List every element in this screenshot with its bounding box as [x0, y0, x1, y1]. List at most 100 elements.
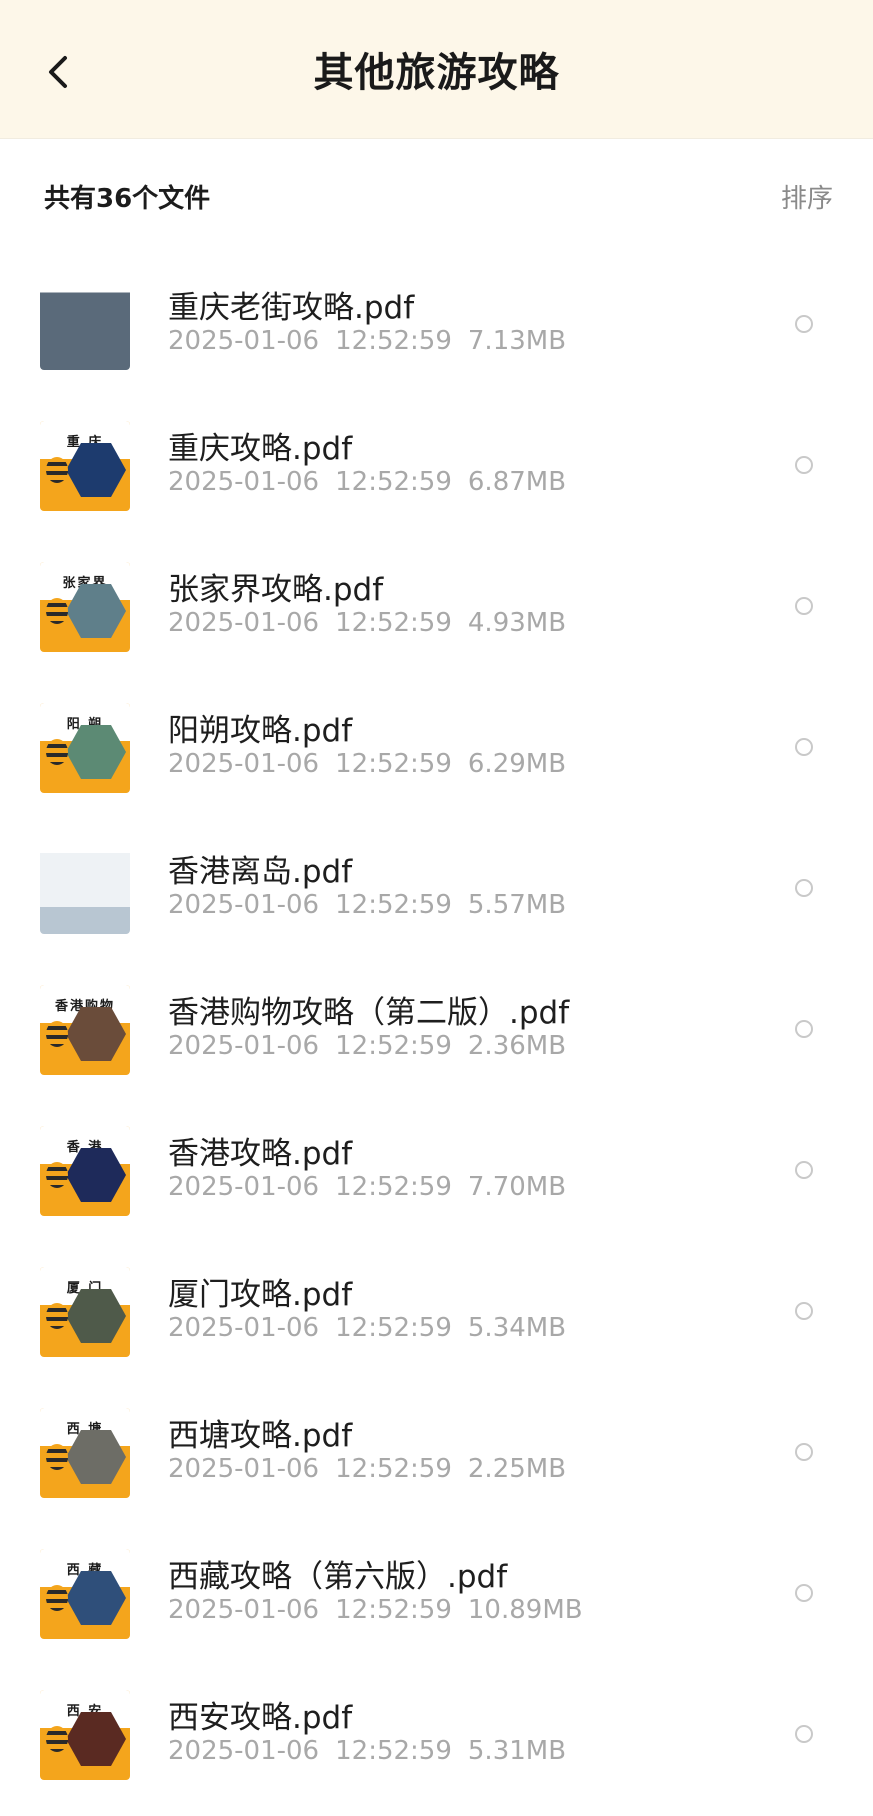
app-header: 其他旅游攻略 [0, 0, 873, 139]
bee-mascot-icon [46, 1162, 68, 1188]
file-meta: 2025-01-06 12:52:59 5.57MB [168, 890, 566, 920]
file-thumbnail: 香港购物 [40, 985, 130, 1075]
select-radio[interactable] [795, 879, 813, 897]
file-date: 2025-01-06 [168, 326, 320, 356]
file-time: 12:52:59 [335, 890, 452, 920]
select-radio[interactable] [795, 1443, 813, 1461]
file-date: 2025-01-06 [168, 1595, 320, 1625]
file-time: 12:52:59 [335, 1736, 452, 1766]
file-size: 7.70MB [467, 1172, 567, 1202]
file-meta: 2025-01-06 12:52:59 6.87MB [168, 467, 566, 497]
file-meta: 2025-01-06 12:52:59 6.29MB [168, 749, 566, 779]
select-radio[interactable] [795, 1725, 813, 1743]
bee-mascot-icon [46, 1444, 68, 1470]
file-row[interactable]: 重庆老街攻略.pdf 2025-01-06 12:52:59 7.13MB [0, 260, 873, 401]
file-name: 香港购物攻略（第二版）.pdf [168, 995, 570, 1031]
file-thumbnail: 香 港 [40, 1126, 130, 1216]
file-size: 5.57MB [467, 890, 567, 920]
file-row[interactable]: 重 庆 重庆攻略.pdf 2025-01-06 12:52:59 6.87MB [0, 401, 873, 542]
file-date: 2025-01-06 [168, 1031, 320, 1061]
file-name: 重庆攻略.pdf [168, 431, 353, 467]
file-name: 阳朔攻略.pdf [168, 713, 353, 749]
file-date: 2025-01-06 [168, 1454, 320, 1484]
file-time: 12:52:59 [335, 326, 452, 356]
file-thumbnail [40, 844, 130, 934]
file-time: 12:52:59 [335, 1172, 452, 1202]
file-row[interactable]: 香港购物 香港购物攻略（第二版）.pdf 2025-01-06 12:52:59 2.3… [0, 965, 873, 1106]
file-name: 香港离岛.pdf [168, 854, 353, 890]
file-meta: 2025-01-06 12:52:59 2.36MB [168, 1031, 566, 1061]
file-row[interactable]: 西 安 西安攻略.pdf 2025-01-06 12:52:59 5.31MB [0, 1670, 873, 1811]
file-size: 5.34MB [467, 1313, 567, 1343]
file-meta: 2025-01-06 12:52:59 10.89MB [168, 1595, 583, 1625]
file-date: 2025-01-06 [168, 1313, 320, 1343]
file-meta: 2025-01-06 12:52:59 4.93MB [168, 608, 566, 638]
file-meta: 2025-01-06 12:52:59 7.13MB [168, 326, 566, 356]
file-date: 2025-01-06 [168, 1736, 320, 1766]
file-size: 7.13MB [467, 326, 567, 356]
file-time: 12:52:59 [335, 1595, 452, 1625]
bee-mascot-icon [46, 1021, 68, 1047]
bee-mascot-icon [46, 1303, 68, 1329]
file-name: 西藏攻略（第六版）.pdf [168, 1559, 508, 1595]
file-thumbnail: 张家界 [40, 562, 130, 652]
file-meta: 2025-01-06 12:52:59 5.34MB [168, 1313, 566, 1343]
file-size: 2.36MB [467, 1031, 567, 1061]
file-meta: 2025-01-06 12:52:59 2.25MB [168, 1454, 566, 1484]
file-thumbnail: 西 安 [40, 1690, 130, 1780]
bee-mascot-icon [46, 739, 68, 765]
file-row[interactable]: 西 藏 西藏攻略（第六版）.pdf 2025-01-06 12:52:59 10.89M… [0, 1529, 873, 1670]
file-thumbnail: 阳 朔 [40, 703, 130, 793]
page-title: 其他旅游攻略 [313, 50, 560, 96]
file-name: 香港攻略.pdf [168, 1136, 353, 1172]
select-radio[interactable] [795, 1161, 813, 1179]
file-row[interactable]: 香 港 香港攻略.pdf 2025-01-06 12:52:59 7.70MB [0, 1106, 873, 1247]
select-radio[interactable] [795, 1302, 813, 1320]
bee-mascot-icon [46, 457, 68, 483]
file-name: 重庆老街攻略.pdf [168, 290, 415, 326]
file-time: 12:52:59 [335, 1454, 452, 1484]
file-size: 2.25MB [467, 1454, 567, 1484]
bee-mascot-icon [46, 598, 68, 624]
file-time: 12:52:59 [335, 1031, 452, 1061]
file-size: 6.87MB [467, 467, 567, 497]
file-meta: 2025-01-06 12:52:59 5.31MB [168, 1736, 566, 1766]
file-size: 6.29MB [467, 749, 567, 779]
file-row[interactable]: 厦 门 厦门攻略.pdf 2025-01-06 12:52:59 5.34MB [0, 1247, 873, 1388]
file-thumbnail: 西 塘 [40, 1408, 130, 1498]
select-radio[interactable] [795, 456, 813, 474]
select-radio[interactable] [795, 738, 813, 756]
file-size: 10.89MB [467, 1595, 583, 1625]
file-time: 12:52:59 [335, 608, 452, 638]
file-date: 2025-01-06 [168, 1172, 320, 1202]
file-thumbnail: 厦 门 [40, 1267, 130, 1357]
sort-button[interactable]: 排序 [781, 178, 833, 215]
bee-mascot-icon [46, 1585, 68, 1611]
file-thumbnail: 西 藏 [40, 1549, 130, 1639]
file-row[interactable]: 张家界 张家界攻略.pdf 2025-01-06 12:52:59 4.93MB [0, 542, 873, 683]
file-row[interactable]: 香港离岛.pdf 2025-01-06 12:52:59 5.57MB [0, 824, 873, 965]
file-thumbnail [40, 280, 130, 370]
file-count: 共有36个文件 [44, 184, 211, 214]
bee-mascot-icon [46, 1726, 68, 1752]
file-list: 重庆老街攻略.pdf 2025-01-06 12:52:59 7.13MB 重 庆重庆攻… [0, 260, 873, 1811]
file-size: 4.93MB [467, 608, 567, 638]
file-name: 西塘攻略.pdf [168, 1418, 353, 1454]
file-time: 12:52:59 [335, 749, 452, 779]
select-radio[interactable] [795, 1020, 813, 1038]
select-radio[interactable] [795, 315, 813, 333]
file-name: 张家界攻略.pdf [168, 572, 384, 608]
file-date: 2025-01-06 [168, 467, 320, 497]
file-thumbnail: 重 庆 [40, 421, 130, 511]
select-radio[interactable] [795, 597, 813, 615]
file-time: 12:52:59 [335, 467, 452, 497]
file-date: 2025-01-06 [168, 890, 320, 920]
file-meta: 2025-01-06 12:52:59 7.70MB [168, 1172, 566, 1202]
file-date: 2025-01-06 [168, 608, 320, 638]
file-size: 5.31MB [467, 1736, 567, 1766]
file-row[interactable]: 西 塘 西塘攻略.pdf 2025-01-06 12:52:59 2.25MB [0, 1388, 873, 1529]
select-radio[interactable] [795, 1584, 813, 1602]
file-name: 厦门攻略.pdf [168, 1277, 353, 1313]
file-date: 2025-01-06 [168, 749, 320, 779]
file-row[interactable]: 阳 朔 阳朔攻略.pdf 2025-01-06 12:52:59 6.29MB [0, 683, 873, 824]
